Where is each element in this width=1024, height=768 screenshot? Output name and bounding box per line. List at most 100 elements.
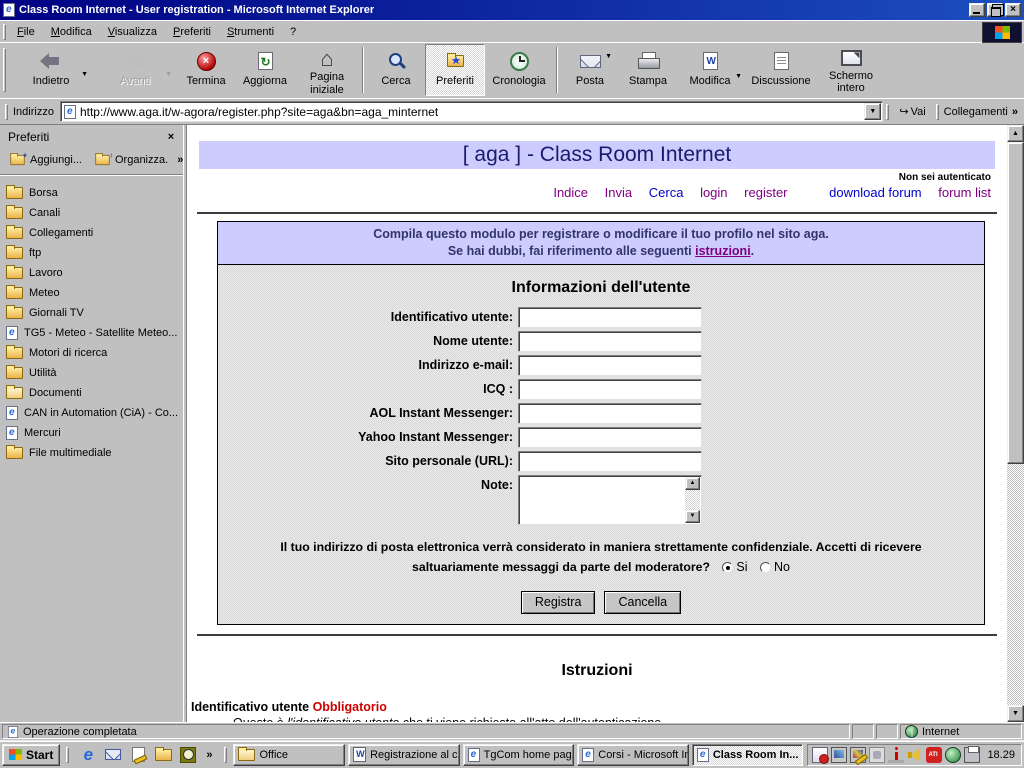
home-button[interactable]: Pagina iniziale bbox=[295, 44, 359, 96]
history-button[interactable]: Cronologia bbox=[485, 44, 553, 96]
nav-link-cerca[interactable]: Cerca bbox=[649, 185, 684, 200]
discussion-button[interactable]: Discussione bbox=[743, 44, 819, 96]
scroll-up-button[interactable]: ▲ bbox=[1007, 125, 1024, 142]
forward-button[interactable]: Avanti ▼ bbox=[93, 44, 177, 96]
cancel-reset-button[interactable]: Cancella bbox=[604, 591, 681, 614]
menu-visualizza[interactable]: Visualizza bbox=[100, 23, 165, 41]
go-grip[interactable] bbox=[886, 104, 889, 120]
mail-button[interactable]: Posta ▼ bbox=[561, 44, 619, 96]
taskbar-grip[interactable] bbox=[224, 747, 227, 763]
quick-launch-chevron[interactable]: » bbox=[204, 749, 214, 761]
user-name-input[interactable] bbox=[519, 332, 701, 351]
favorite-item[interactable]: Collegamenti bbox=[6, 223, 181, 243]
register-submit-button[interactable]: Registra bbox=[521, 591, 596, 614]
consent-no-radio[interactable] bbox=[760, 562, 771, 573]
favorite-item[interactable]: Lavoro bbox=[6, 263, 181, 283]
nav-link-invia[interactable]: Invia bbox=[605, 185, 632, 200]
website-url-input[interactable] bbox=[519, 452, 701, 471]
favorite-item[interactable]: Giornali TV bbox=[6, 303, 181, 323]
favorite-item[interactable]: Meteo bbox=[6, 283, 181, 303]
note-textarea[interactable]: ▲ ▼ bbox=[518, 475, 702, 525]
links-chevron[interactable]: » bbox=[1012, 106, 1018, 118]
task-button-corsi[interactable]: Corsi - Microsoft In... bbox=[577, 744, 689, 766]
print-button[interactable]: Stampa bbox=[619, 44, 677, 96]
user-id-input[interactable] bbox=[519, 308, 701, 327]
email-input[interactable] bbox=[519, 356, 701, 375]
favorite-item[interactable]: File multimediale bbox=[6, 443, 181, 463]
nav-link-login[interactable]: login bbox=[700, 185, 727, 200]
nav-link-forum-list[interactable]: forum list bbox=[938, 185, 991, 200]
favorite-item[interactable]: Mercuri bbox=[6, 423, 181, 443]
outlook-express-icon[interactable] bbox=[104, 746, 122, 764]
page-scrollbar[interactable]: ▲ ▼ bbox=[1007, 125, 1024, 722]
stop-button[interactable]: × Termina bbox=[177, 44, 235, 96]
aol-messenger-input[interactable] bbox=[519, 404, 701, 423]
add-favorite-button[interactable]: Aggiungi... bbox=[4, 151, 87, 169]
edit-dropdown-arrow[interactable]: ▼ bbox=[735, 73, 742, 80]
back-button[interactable]: Indietro ▼ bbox=[9, 44, 93, 96]
favorite-item[interactable]: TG5 - Meteo - Satellite Meteo... bbox=[6, 323, 181, 343]
menu-modifica[interactable]: Modifica bbox=[43, 23, 100, 41]
desktop-edit-icon[interactable] bbox=[129, 746, 147, 764]
display-tray-icon[interactable] bbox=[831, 747, 847, 763]
menu-help[interactable]: ? bbox=[282, 23, 304, 41]
textarea-scrollbar[interactable]: ▲ ▼ bbox=[685, 477, 700, 523]
favorite-item[interactable]: Utilità bbox=[6, 363, 181, 383]
go-button[interactable]: ↪ Vai bbox=[892, 102, 932, 121]
taskbar-grip[interactable] bbox=[66, 747, 69, 763]
scheduler-tray-icon[interactable] bbox=[812, 747, 828, 763]
tablet-tray-icon[interactable] bbox=[869, 747, 885, 763]
graphics-settings-tray-icon[interactable] bbox=[850, 747, 866, 763]
refresh-button[interactable]: Aggiorna bbox=[235, 44, 295, 96]
icq-input[interactable] bbox=[519, 380, 701, 399]
start-button[interactable]: Start bbox=[2, 744, 60, 766]
menubar-grip[interactable] bbox=[3, 24, 6, 40]
ati-tray-icon[interactable] bbox=[926, 747, 942, 763]
links-grip[interactable] bbox=[936, 104, 939, 120]
print-spooler-tray-icon[interactable] bbox=[964, 747, 980, 763]
task-button-tgcom[interactable]: TgCom home pag... bbox=[463, 744, 575, 766]
addressbar-grip[interactable] bbox=[5, 104, 8, 120]
restore-button[interactable] bbox=[987, 3, 1003, 17]
favorite-item[interactable]: ftp bbox=[6, 243, 181, 263]
address-input[interactable] bbox=[80, 104, 860, 120]
favorite-item[interactable]: Canali bbox=[6, 203, 181, 223]
favorite-item[interactable]: Documenti bbox=[6, 383, 181, 403]
yahoo-messenger-input[interactable] bbox=[519, 428, 701, 447]
favorite-item[interactable]: Borsa bbox=[6, 183, 181, 203]
menu-preferiti[interactable]: Preferiti bbox=[165, 23, 219, 41]
task-button-word[interactable]: Registrazione al c... bbox=[348, 744, 460, 766]
scroll-down-button[interactable]: ▼ bbox=[685, 510, 700, 523]
favorites-button[interactable]: Preferiti bbox=[425, 44, 485, 96]
favorite-item[interactable]: Motori di ricerca bbox=[6, 343, 181, 363]
organize-favorites-button[interactable]: Organizza. bbox=[89, 151, 173, 169]
edit-button[interactable]: Modifica ▼ bbox=[677, 44, 743, 96]
address-dropdown-button[interactable]: ▼ bbox=[864, 103, 881, 120]
menu-file[interactable]: File bbox=[9, 23, 43, 41]
forward-dropdown-arrow[interactable]: ▼ bbox=[165, 71, 172, 78]
links-toolbar[interactable]: Collegamenti » bbox=[942, 106, 1022, 118]
consent-yes-radio[interactable] bbox=[722, 562, 733, 573]
close-button[interactable]: × bbox=[1005, 3, 1021, 17]
volume-tray-icon[interactable] bbox=[907, 747, 923, 763]
folder-icon[interactable] bbox=[154, 746, 172, 764]
scroll-up-button[interactable]: ▲ bbox=[685, 477, 700, 490]
menu-strumenti[interactable]: Strumenti bbox=[219, 23, 282, 41]
back-dropdown-arrow[interactable]: ▼ bbox=[81, 71, 88, 78]
task-button-classroom-active[interactable]: Class Room In... bbox=[692, 744, 804, 766]
task-button-office[interactable]: Office bbox=[233, 744, 345, 766]
nav-link-register[interactable]: register bbox=[744, 185, 787, 200]
favorite-item[interactable]: CAN in Automation (CiA) - Co... bbox=[6, 403, 181, 423]
scrollbar-thumb[interactable] bbox=[1007, 142, 1024, 464]
favorites-close-button[interactable]: × bbox=[163, 130, 179, 144]
fullscreen-button[interactable]: Schermo intero bbox=[819, 44, 883, 96]
network-globe-tray-icon[interactable] bbox=[945, 747, 961, 763]
internet-explorer-icon[interactable]: e bbox=[79, 746, 97, 764]
nav-link-indice[interactable]: Indice bbox=[553, 185, 588, 200]
task-scheduler-icon[interactable] bbox=[179, 746, 197, 764]
search-button[interactable]: Cerca bbox=[367, 44, 425, 96]
microphone-tray-icon[interactable] bbox=[888, 747, 904, 763]
scroll-down-button[interactable]: ▼ bbox=[1007, 705, 1024, 722]
istruzioni-link[interactable]: istruzioni bbox=[695, 244, 751, 258]
scrollbar-track[interactable] bbox=[1007, 464, 1024, 705]
